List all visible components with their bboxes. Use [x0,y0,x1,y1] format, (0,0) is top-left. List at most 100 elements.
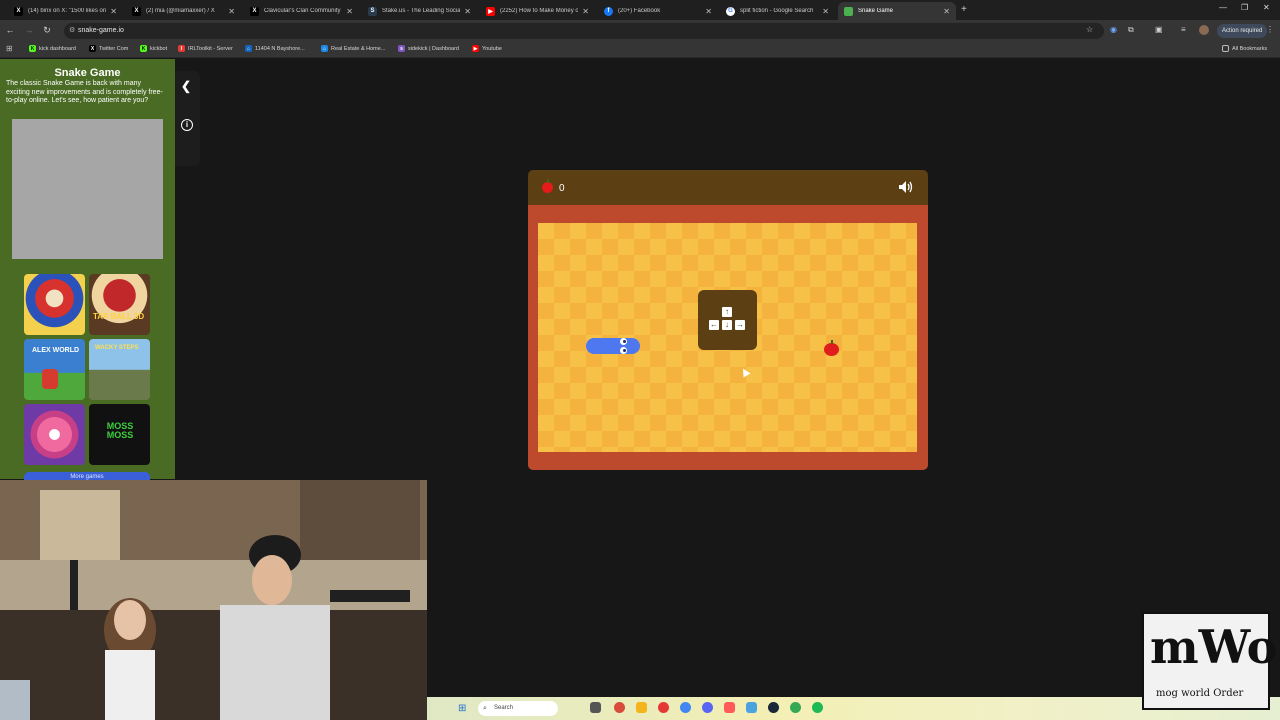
app-icon-2[interactable] [658,702,669,713]
maximize-icon[interactable]: ❐ [1241,3,1248,12]
browser-tab-3[interactable]: X Clavicular's Clan Community / X ✕ [244,2,359,20]
chrome-icon[interactable] [680,702,691,713]
character-figure [42,369,58,389]
snake-eye-icon [620,338,627,345]
app-icon-1[interactable] [614,702,625,713]
game-thumb-helix-spiral[interactable] [24,404,85,465]
spotify-icon[interactable] [812,702,823,713]
game-thumb-tap-ball-3d[interactable]: TAP BALL 3D [89,274,150,335]
thumb-title: WACKY STEPS [95,345,139,351]
app-icon-3[interactable] [724,702,735,713]
arrow-right-key-icon: → [735,320,745,330]
bookmark-label: Youtube [482,45,502,52]
close-tab-icon[interactable]: ✕ [943,7,950,16]
bookmark-twitter[interactable]: X Twitter Com [89,45,128,52]
close-tab-icon[interactable]: ✕ [582,7,589,16]
close-tab-icon[interactable]: ✕ [110,7,117,16]
menu-kebab-icon[interactable]: ⋮ [1266,25,1274,34]
browser-tab-strip: X (14) binx on X: "1500 likes on a ✕ X (… [0,0,1280,20]
search-icon: ⌕ [483,705,487,712]
browser-tab-2[interactable]: X (2) mia (@miamaxxer) / X ✕ [126,2,241,20]
action-required-button[interactable]: Action required [1217,24,1268,38]
game-sidebar: Snake Game The classic Snake Game is bac… [0,59,175,482]
sound-speaker-icon[interactable] [898,180,914,194]
collapse-sidebar-chevron-icon[interactable]: ❮ [181,79,191,93]
browser-toolbar: ← → ↻ ⚙ snake-game.io ☆ ◉ ⧉ ▣ ≡ ⋮ [0,20,1280,42]
steam-icon[interactable] [768,702,779,713]
game-thumb-amazing-digital-circus[interactable] [24,274,85,335]
apple-score-icon [542,179,553,193]
arrow-left-key-icon: ← [709,320,719,330]
back-icon[interactable]: ← [4,25,16,35]
close-tab-icon[interactable]: ✕ [346,7,353,16]
windows-start-icon[interactable]: ⊞ [458,703,466,714]
logo-sub-text: mog world Order [1156,688,1244,699]
taskbar-search-box[interactable]: ⌕ Search [478,701,558,716]
bookmark-real-estate[interactable]: ⌂ Real Estate & Home... [321,45,385,52]
forward-icon[interactable]: → [23,25,35,35]
bookmark-label: IRLToolkit - Server [188,45,233,52]
game-thumb-alex-world[interactable]: ALEX WORLD [24,339,85,400]
facebook-icon: f [604,6,613,16]
bookmarks-bar: ⊞ K kick dashboard X Twitter Com K kickb… [0,42,1280,58]
browser-tab-7[interactable]: G split fiction - Google Search ✕ [720,2,835,20]
realestate-icon: ⌂ [321,45,328,52]
game-thumb-moss-moss[interactable]: MOSS MOSS [89,404,150,465]
tab-label: (20+) Facebook [618,8,661,14]
youtube-icon: ▶ [486,6,495,16]
extensions-icon[interactable]: ⧉ [1128,25,1134,35]
browser-tab-6[interactable]: f (20+) Facebook ✕ [598,2,718,20]
browser-tab-4[interactable]: S Stake.us - The Leading Social C ✕ [362,2,477,20]
ad-placeholder [12,119,163,259]
minimize-icon[interactable]: — [1219,3,1227,12]
extension-voice-icon[interactable]: ◉ [1110,25,1117,34]
app-icon-4[interactable] [746,702,757,713]
game-thumb-wacky-steps[interactable]: WACKY STEPS [89,339,150,400]
new-tab-button[interactable]: + [961,4,967,15]
bookmark-sidekick[interactable]: s sidekick | Dashboard [398,45,459,52]
close-tab-icon[interactable]: ✕ [228,7,235,16]
webcam-scene [0,480,427,720]
address-bar[interactable]: ⚙ snake-game.io [64,23,1104,39]
chrome-alt-icon[interactable] [790,702,801,713]
info-icon[interactable]: i [181,119,193,131]
bookmark-irltoolkit[interactable]: I IRLToolkit - Server [178,45,233,52]
x-logo-icon: X [250,6,259,16]
bookmark-star-icon[interactable]: ☆ [1086,25,1093,34]
bookmark-label: sidekick | Dashboard [408,45,459,52]
house-icon: ⌂ [245,45,252,52]
bookmark-kick-dashboard[interactable]: K kick dashboard [29,45,76,52]
browser-tab-8-active[interactable]: Snake Game ✕ [838,2,956,20]
bookmark-bayshore[interactable]: ⌂ 11404 N Bayshore... [245,45,305,52]
kickbot-icon: K [140,45,147,52]
profile-avatar[interactable] [1199,25,1209,35]
arrow-keys-hint: ↑ ← ↓ → [698,290,757,350]
arrow-up-key-icon: ↑ [722,307,732,317]
bookmark-youtube[interactable]: ▶ Youtube [472,45,502,52]
x-logo-icon: X [132,6,141,16]
discord-icon[interactable] [702,702,713,713]
browser-tab-1[interactable]: X (14) binx on X: "1500 likes on a ✕ [8,2,123,20]
browser-tab-5[interactable]: ▶ (2252) How to Make Money on ✕ [480,2,595,20]
close-tab-icon[interactable]: ✕ [822,7,829,16]
file-explorer-icon[interactable] [636,702,647,713]
kick-icon: K [29,45,36,52]
close-tab-icon[interactable]: ✕ [464,7,471,16]
tab-label: (14) binx on X: "1500 likes on a [28,8,107,14]
all-bookmarks-button[interactable]: All Bookmarks [1222,45,1267,52]
site-info-icon[interactable]: ⚙ [69,23,75,39]
apps-grid-icon[interactable]: ⊞ [6,44,13,53]
snake-game-icon [844,6,853,16]
media-controls-icon[interactable]: ≡ [1181,25,1186,34]
close-tab-icon[interactable]: ✕ [705,7,712,16]
bookmark-kickbot[interactable]: K kickbot [140,45,167,52]
close-window-icon[interactable]: ✕ [1263,3,1270,12]
taskbar-search-placeholder: Search [494,705,514,711]
bookmark-label: Real Estate & Home... [331,45,386,52]
x-logo-icon: X [14,6,23,16]
reload-icon[interactable]: ↻ [41,25,53,36]
task-view-icon[interactable] [590,702,601,713]
game-score-bar [528,170,928,205]
side-panel-icon[interactable]: ▣ [1155,25,1163,34]
tab-label: (2252) How to Make Money on [500,8,579,14]
